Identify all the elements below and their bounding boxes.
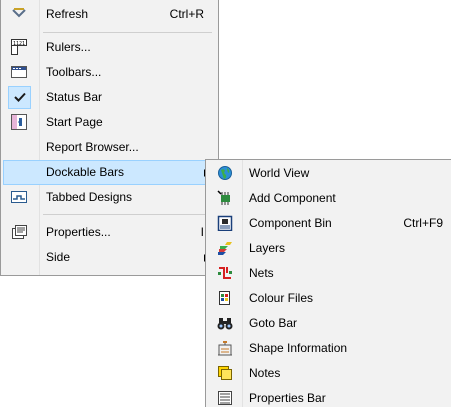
layers-icon bbox=[217, 240, 233, 256]
menu-item-label: Side bbox=[46, 250, 71, 264]
menu-item-shortcut: Ctrl+R bbox=[169, 7, 204, 21]
start-page-icon bbox=[11, 114, 27, 130]
menu-separator bbox=[43, 214, 212, 215]
properties-bar-icon bbox=[217, 390, 233, 406]
submenu-item-label: Nets bbox=[249, 266, 274, 280]
submenu-item-properties-bar[interactable]: Properties Bar bbox=[208, 386, 451, 411]
submenu-item-component-bin[interactable]: Component Bin Ctrl+F9 bbox=[208, 211, 451, 236]
globe-icon bbox=[217, 165, 233, 181]
component-bin-icon bbox=[217, 215, 233, 231]
menu-item-label: Report Browser... bbox=[46, 140, 139, 154]
shape-information-icon bbox=[217, 340, 233, 356]
menu-item-start-page[interactable]: Start Page bbox=[3, 110, 216, 135]
menu-item-rulers[interactable]: 1121 Rulers... bbox=[3, 35, 216, 60]
submenu-item-label: Add Component bbox=[249, 191, 336, 205]
menu-item-label: Tabbed Designs bbox=[46, 190, 133, 204]
menu-item-label: Properties... bbox=[46, 225, 111, 239]
submenu-item-shortcut: Ctrl+F9 bbox=[403, 216, 443, 230]
menu-item-label: Dockable Bars bbox=[46, 165, 125, 179]
menu-item-label: Toolbars... bbox=[46, 65, 102, 79]
menu-item-toolbars[interactable]: Toolbars... bbox=[3, 60, 216, 85]
submenu-item-label: Properties Bar bbox=[249, 391, 326, 405]
menu-item-shortcut: I bbox=[200, 225, 204, 239]
menu-item-properties[interactable]: Properties... I bbox=[3, 220, 216, 245]
svg-text:1121: 1121 bbox=[13, 41, 25, 47]
submenu-item-label: Colour Files bbox=[249, 291, 314, 305]
menu-item-label: Status Bar bbox=[46, 90, 103, 104]
submenu-item-world-view[interactable]: World View bbox=[208, 161, 451, 186]
properties-icon bbox=[11, 224, 27, 240]
submenu-item-label: World View bbox=[249, 166, 310, 180]
menu-item-status-bar[interactable]: Status Bar bbox=[3, 85, 216, 110]
submenu-item-notes[interactable]: Notes bbox=[208, 361, 451, 386]
submenu-item-label: Notes bbox=[249, 366, 281, 380]
submenu-item-add-component[interactable]: Add Component bbox=[208, 186, 451, 211]
menu-item-label: Refresh bbox=[46, 7, 89, 21]
submenu-item-label: Component Bin bbox=[249, 216, 332, 230]
rulers-icon: 1121 bbox=[11, 39, 27, 55]
submenu-item-nets[interactable]: Nets bbox=[208, 261, 451, 286]
colour-files-icon bbox=[217, 290, 233, 306]
menu-item-dockable-bars[interactable]: Dockable Bars bbox=[3, 160, 216, 185]
submenu-item-label: Goto Bar bbox=[249, 316, 298, 330]
submenu-item-goto-bar[interactable]: Goto Bar bbox=[208, 311, 451, 336]
submenu-item-layers[interactable]: Layers bbox=[208, 236, 451, 261]
menu-item-label: Start Page bbox=[46, 115, 103, 129]
menu-item-side[interactable]: Side bbox=[3, 245, 216, 270]
menu-item-label: Rulers... bbox=[46, 40, 91, 54]
tabbed-designs-icon bbox=[11, 189, 27, 205]
submenu-item-label: Shape Information bbox=[249, 341, 348, 355]
submenu-item-label: Layers bbox=[249, 241, 286, 255]
binoculars-icon bbox=[217, 315, 233, 331]
dockable-bars-submenu: World View Add Component Component Bin C… bbox=[205, 159, 451, 407]
menu-item-tabbed-designs[interactable]: Tabbed Designs bbox=[3, 185, 216, 210]
menu-item-refresh[interactable]: Refresh Ctrl+R bbox=[3, 2, 216, 27]
refresh-icon bbox=[11, 6, 27, 22]
submenu-item-shape-information[interactable]: Shape Information bbox=[208, 336, 451, 361]
toolbars-icon bbox=[11, 64, 27, 80]
notes-icon bbox=[217, 365, 233, 381]
menu-separator bbox=[43, 32, 212, 33]
checkmark-icon bbox=[12, 89, 28, 105]
submenu-item-colour-files[interactable]: Colour Files bbox=[208, 286, 451, 311]
view-menu: Refresh Ctrl+R 1121 Rulers... Toolbars..… bbox=[0, 0, 219, 276]
menu-item-report-browser[interactable]: Report Browser... bbox=[3, 135, 216, 160]
nets-icon bbox=[217, 265, 233, 281]
add-component-icon bbox=[217, 190, 233, 206]
